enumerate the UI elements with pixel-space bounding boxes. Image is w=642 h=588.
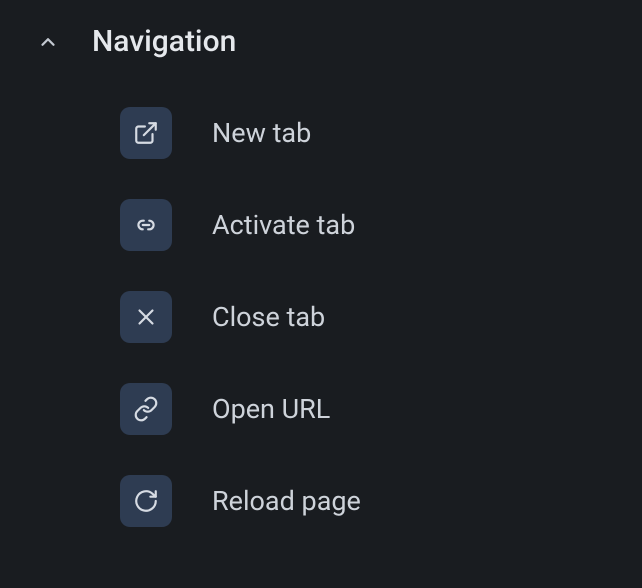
chain-link-icon [120, 383, 172, 435]
reload-icon [120, 475, 172, 527]
chevron-up-icon [36, 30, 60, 54]
navigation-items: New tab Activate tab Close tab O [0, 59, 642, 527]
navigation-section-header[interactable]: Navigation [0, 0, 642, 59]
activate-tab-item[interactable]: Activate tab [120, 199, 642, 251]
link-icon [120, 199, 172, 251]
reload-page-item[interactable]: Reload page [120, 475, 642, 527]
item-label: Close tab [212, 301, 325, 333]
external-link-icon [120, 107, 172, 159]
close-tab-item[interactable]: Close tab [120, 291, 642, 343]
section-title: Navigation [92, 24, 236, 59]
new-tab-item[interactable]: New tab [120, 107, 642, 159]
item-label: Reload page [212, 485, 361, 517]
item-label: Open URL [212, 393, 330, 425]
item-label: New tab [212, 117, 311, 149]
item-label: Activate tab [212, 209, 355, 241]
close-icon [120, 291, 172, 343]
open-url-item[interactable]: Open URL [120, 383, 642, 435]
